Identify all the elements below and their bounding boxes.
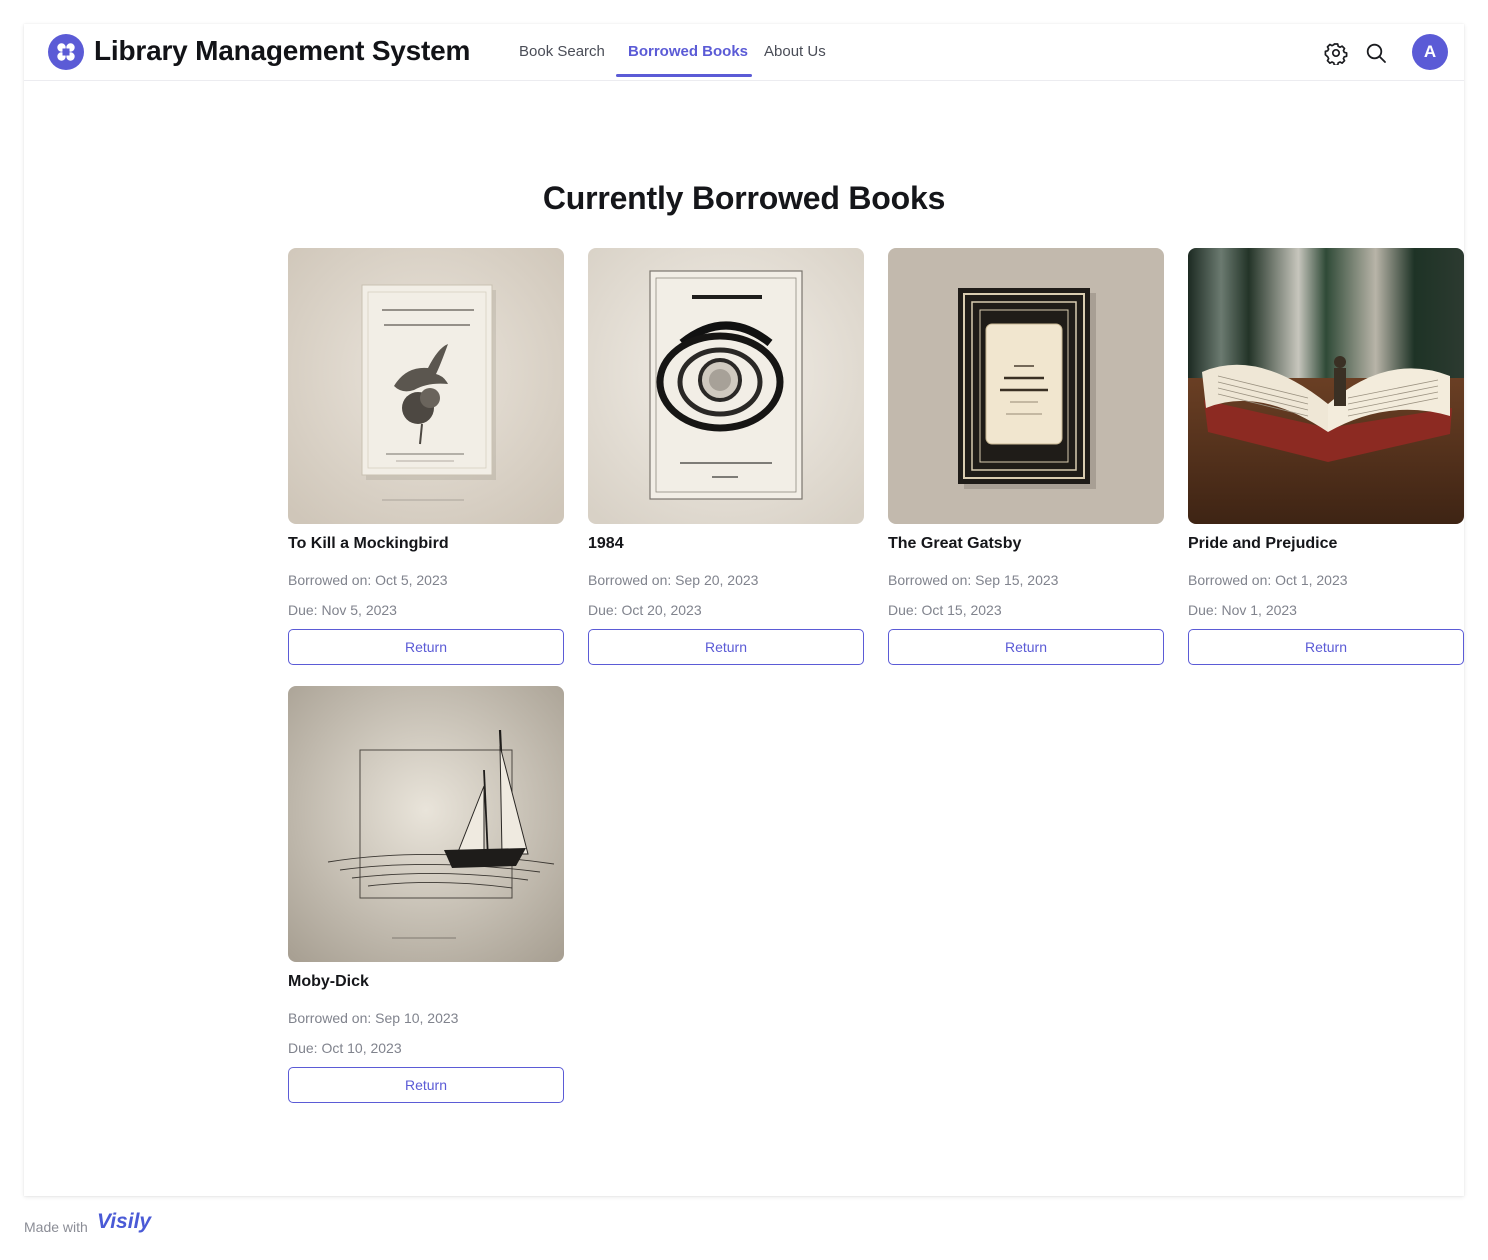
gatsby-cover-image[interactable]: [888, 248, 1164, 524]
borrowed-date: Borrowed on: Sep 15, 2023: [888, 572, 1059, 588]
book-card: 1984 Borrowed on: Sep 20, 2023 Due: Oct …: [588, 248, 864, 665]
book-title: To Kill a Mockingbird: [288, 535, 449, 552]
book-title: Moby-Dick: [288, 973, 369, 990]
return-button[interactable]: Return: [588, 629, 864, 665]
due-date: Due: Oct 20, 2023: [588, 602, 702, 618]
book-title: The Great Gatsby: [888, 535, 1022, 552]
tab-about-us[interactable]: About Us: [764, 43, 826, 60]
due-date: Due: Nov 5, 2023: [288, 602, 397, 618]
book-card: The Great Gatsby Borrowed on: Sep 15, 20…: [888, 248, 1164, 665]
borrowed-date: Borrowed on: Sep 10, 2023: [288, 1010, 459, 1026]
return-button[interactable]: Return: [1188, 629, 1464, 665]
due-date: Due: Oct 10, 2023: [288, 1040, 402, 1056]
book-title: 1984: [588, 535, 624, 552]
borrowed-date: Borrowed on: Oct 1, 2023: [1188, 572, 1348, 588]
gear-icon[interactable]: [1324, 41, 1348, 67]
made-with-label: Made with: [24, 1219, 88, 1235]
borrowed-date: Borrowed on: Oct 5, 2023: [288, 572, 448, 588]
user-avatar[interactable]: A: [1412, 34, 1448, 70]
due-date: Due: Nov 1, 2023: [1188, 602, 1297, 618]
mockingbird-cover-image[interactable]: [288, 248, 564, 524]
due-date: Due: Oct 15, 2023: [888, 602, 1002, 618]
book-card: To Kill a Mockingbird Borrowed on: Oct 5…: [288, 248, 564, 665]
sailing-ship-image[interactable]: [288, 686, 564, 962]
app-title: Library Management System: [94, 35, 471, 66]
search-icon[interactable]: [1364, 41, 1388, 65]
tab-borrowed-books[interactable]: Borrowed Books: [628, 43, 748, 60]
book-card: Pride and Prejudice Borrowed on: Oct 1, …: [1188, 248, 1464, 665]
active-tab-indicator: [616, 74, 752, 77]
top-navbar: Library Management System Book Search Bo…: [24, 24, 1464, 81]
app-logo-icon[interactable]: [48, 34, 84, 70]
borrowed-date: Borrowed on: Sep 20, 2023: [588, 572, 759, 588]
return-button[interactable]: Return: [288, 1067, 564, 1103]
open-book-image[interactable]: [1188, 248, 1464, 524]
1984-cover-image[interactable]: [588, 248, 864, 524]
visily-logo[interactable]: Visily: [97, 1210, 151, 1240]
app-window: Library Management System Book Search Bo…: [24, 24, 1464, 1196]
book-title: Pride and Prejudice: [1188, 535, 1338, 552]
return-button[interactable]: Return: [288, 629, 564, 665]
tab-book-search[interactable]: Book Search: [519, 43, 605, 60]
return-button[interactable]: Return: [888, 629, 1164, 665]
book-card: Moby-Dick Borrowed on: Sep 10, 2023 Due:…: [288, 686, 564, 1103]
page-title: Currently Borrowed Books: [542, 180, 946, 216]
